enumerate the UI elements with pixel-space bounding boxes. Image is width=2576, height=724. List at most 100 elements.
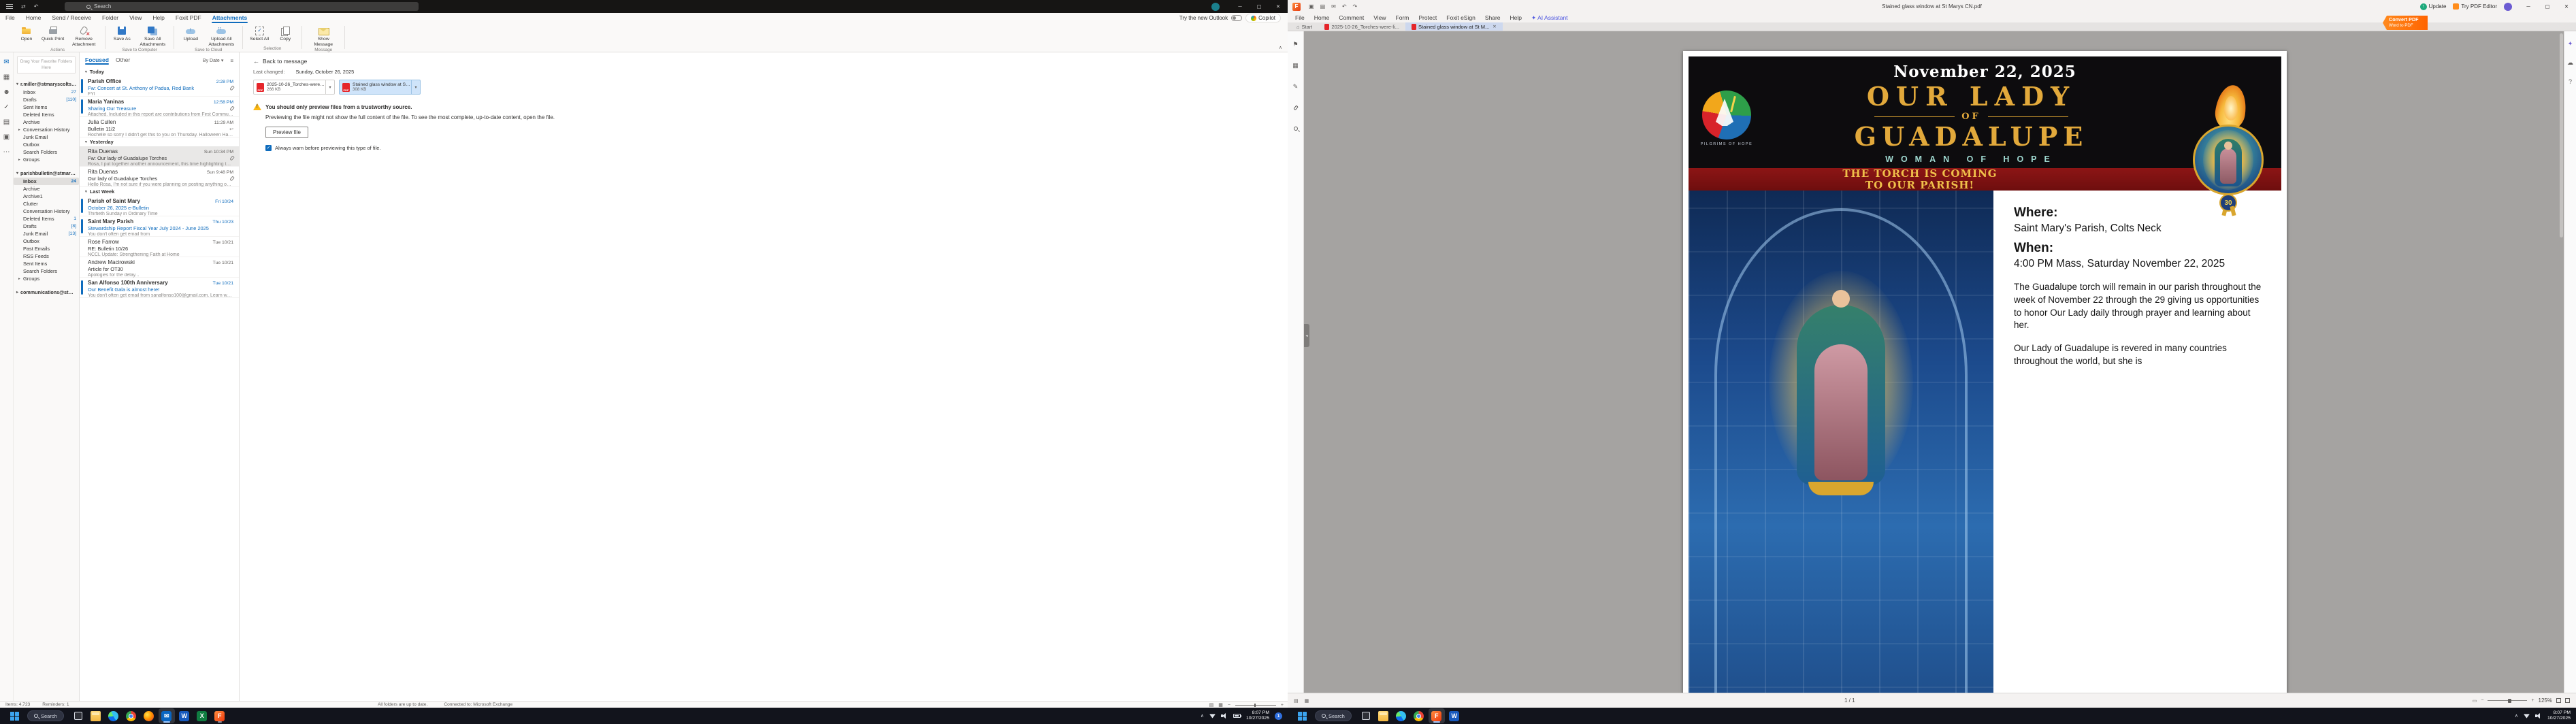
preview-file-button[interactable]: Preview file — [265, 127, 308, 138]
reading-view-icon[interactable]: ▤ — [1209, 702, 1214, 708]
menu-view[interactable]: View — [1369, 14, 1390, 21]
folder-inbox[interactable]: Inbox 24 — [14, 178, 79, 186]
show-message-button[interactable]: Show Message — [306, 24, 341, 48]
ribbon-tab-file[interactable]: File — [0, 13, 20, 23]
menu-home[interactable]: Home — [1309, 14, 1335, 21]
ribbon-tab-foxit-pdf[interactable]: Foxit PDF — [170, 13, 207, 23]
ribbon-tab-attachments[interactable]: Attachments — [207, 13, 252, 23]
reminders-count[interactable]: Reminders: 1 — [42, 702, 69, 707]
zoom-level[interactable]: 125% — [2539, 697, 2552, 704]
minimize-button[interactable]: ─ — [1230, 0, 1250, 13]
folder-junk-email[interactable]: Junk Email [13] — [14, 230, 79, 237]
folder-conversation-history[interactable]: Conversation History — [14, 208, 79, 215]
account-header-parishbulletin-stmarysc[interactable]: ▾ parishbulletin@stmarysc... — [14, 169, 79, 178]
save-icon[interactable]: ▣ — [1309, 3, 1314, 10]
folder-junk-email[interactable]: Junk Email — [14, 133, 79, 141]
mail-nav-icon[interactable]: ✉ — [3, 59, 9, 66]
folder-drafts[interactable]: Drafts [8] — [14, 223, 79, 230]
taskbar-file-explorer[interactable] — [1375, 708, 1392, 723]
try-pdf-editor-button[interactable]: Try PDF Editor — [2453, 3, 2497, 10]
redo-icon[interactable]: ↷ — [1353, 3, 1358, 10]
email-list-item[interactable]: Julia Cullen 11:29 AM Bulletin 11/2 ↩ Rochel… — [80, 117, 239, 137]
doc-tab-start[interactable]: ⌂ Start — [1290, 22, 1318, 31]
user-avatar[interactable] — [1211, 2, 1220, 11]
email-group-last-week[interactable]: ▾ Last Week — [80, 187, 239, 196]
zoom-out-icon[interactable]: − — [1228, 703, 1230, 708]
sort-by-date[interactable]: By Date ▾ — [203, 58, 223, 64]
menu-help[interactable]: Help — [1505, 14, 1527, 21]
email-group-today[interactable]: ▾ Today — [80, 67, 239, 76]
undo-icon[interactable]: ↶ — [1342, 3, 1347, 10]
back-to-message[interactable]: ← Back to message — [253, 58, 1288, 65]
email-list-item[interactable]: Rita Duenas Sun 9:48 PM Our lady of Guadal… — [80, 167, 239, 187]
taskbar-edge[interactable] — [105, 708, 122, 723]
document-view[interactable]: ◂ November 22, 2025 PILGRIMS OF HOPE OUR… — [1304, 31, 2564, 693]
attachment-chip[interactable]: PDF2025-10-26_Torches-were-lit.pdf266 KB… — [253, 80, 335, 95]
copy-button[interactable]: Copy — [272, 24, 298, 42]
hidden-icons-chevron[interactable]: ∧ — [1201, 713, 1204, 719]
menu-protect[interactable]: Protect — [1414, 14, 1441, 21]
zoom-in-icon[interactable]: + — [2531, 698, 2534, 703]
taskbar-file-explorer[interactable] — [88, 708, 104, 723]
filter-icon[interactable]: ≡ — [230, 58, 233, 64]
folder-outbox[interactable]: Outbox — [14, 141, 79, 148]
start-button[interactable] — [1294, 708, 1309, 723]
folder-sent-items[interactable]: Sent Items — [14, 103, 79, 111]
tab-other[interactable]: Other — [116, 56, 130, 65]
page-indicator[interactable]: 1 / 1 — [1844, 697, 1855, 704]
email-list-item[interactable]: Andrew Macirowski Tue 10/21 Article for OT… — [80, 257, 239, 278]
menu-ai-assistant[interactable]: ✦ AI Assistant — [1527, 14, 1573, 22]
folder-inbox[interactable]: Inbox 27 — [14, 88, 79, 96]
document-scrollbar[interactable] — [2560, 33, 2563, 237]
bookmarks-icon[interactable]: ⚑ — [1291, 40, 1301, 48]
taskbar-chrome[interactable] — [1411, 708, 1427, 723]
volume-icon[interactable] — [2534, 713, 2542, 719]
select-all-button[interactable]: Select All — [246, 24, 272, 42]
close-tab-icon[interactable]: ✕ — [1493, 24, 1496, 29]
maximize-button[interactable]: ▢ — [1250, 0, 1269, 13]
comments-icon[interactable]: ✎ — [1291, 82, 1301, 90]
ribbon-tab-home[interactable]: Home — [20, 13, 47, 23]
taskbar-foxit[interactable]: F — [1428, 708, 1445, 723]
zoom-slider-thumb[interactable] — [1254, 703, 1256, 707]
ribbon-tab-help[interactable]: Help — [147, 13, 169, 23]
calendar-nav-icon[interactable]: ▦ — [3, 74, 10, 81]
cloud-icon[interactable]: ☁ — [2566, 59, 2575, 67]
notes-nav-icon[interactable]: ▤ — [3, 119, 10, 126]
search-icon[interactable] — [1291, 125, 1301, 133]
folder-deleted-items[interactable]: Deleted Items — [14, 111, 79, 118]
email-group-yesterday[interactable]: ▾ Yesterday — [80, 137, 239, 146]
folder-clutter[interactable]: Clutter — [14, 200, 79, 208]
email-list-item[interactable]: Parish of Saint Mary Fri 10/24 October 26,… — [80, 196, 239, 216]
fullscreen-icon[interactable] — [2565, 698, 2570, 703]
zoom-in-icon[interactable]: + — [1281, 703, 1284, 708]
open-button[interactable]: Open — [14, 24, 39, 42]
account-header-r-miller-stmaryscoltsnec[interactable]: ▾ r.miller@stmaryscoltsnec... — [14, 80, 79, 88]
email-icon[interactable]: ✉ — [1331, 3, 1336, 10]
attachments-icon[interactable] — [1291, 103, 1301, 112]
close-button[interactable]: ✕ — [2557, 0, 2576, 13]
upload-all-attachments-button[interactable]: Upload All Attachments — [203, 24, 239, 48]
ai-assistant-icon[interactable]: ✦ — [2566, 39, 2575, 48]
user-avatar[interactable] — [2504, 2, 2512, 11]
folder-groups[interactable]: ▸ Groups — [14, 156, 79, 163]
ribbon-tab-folder[interactable]: Folder — [97, 13, 124, 23]
taskbar-chrome[interactable] — [123, 708, 140, 723]
menu-icon[interactable] — [6, 4, 13, 9]
volume-icon[interactable] — [1220, 713, 1228, 719]
menu-foxit-esign[interactable]: Foxit eSign — [1441, 14, 1480, 21]
fit-page-icon[interactable]: ▭ — [2473, 698, 2477, 704]
taskbar-edge[interactable] — [1393, 708, 1409, 723]
send-receive-icon[interactable]: ⇄ — [21, 0, 26, 13]
zoom-slider-thumb[interactable] — [2508, 698, 2512, 703]
quick-print-button[interactable]: Quick Print — [39, 24, 66, 42]
start-button[interactable] — [7, 708, 22, 723]
taskbar-clock[interactable]: 8:07 PM 10/27/2025 — [1246, 710, 1269, 722]
folder-drafts[interactable]: Drafts [110] — [14, 96, 79, 103]
copilot-button[interactable]: Copilot — [1245, 14, 1281, 22]
folder-search-folders[interactable]: Search Folders — [14, 148, 79, 156]
zoom-slider[interactable] — [2488, 698, 2528, 703]
checkbox-checked-icon[interactable]: ✓ — [265, 145, 272, 151]
taskbar-firefox[interactable] — [141, 708, 157, 723]
close-button[interactable]: ✕ — [1269, 0, 1288, 13]
